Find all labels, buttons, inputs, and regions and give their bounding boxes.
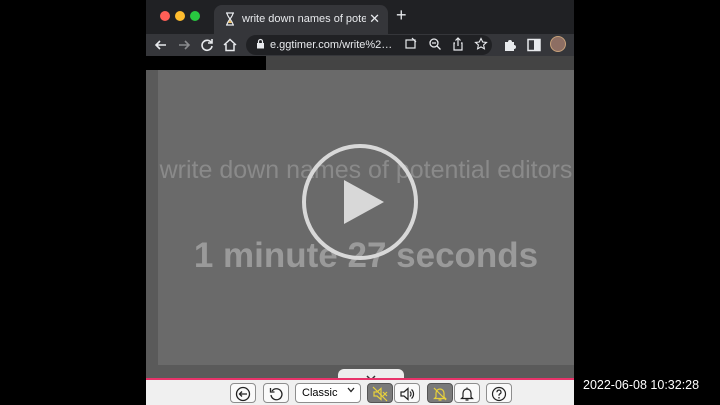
timer-panel: write down names of potential editors 1 …: [158, 70, 574, 365]
bell-muted-icon: [433, 387, 447, 401]
home-icon[interactable]: [221, 36, 239, 54]
mute-sound-button[interactable]: [367, 383, 393, 403]
share-icon[interactable]: [451, 37, 465, 51]
restart-icon: [269, 388, 283, 401]
speaker-icon: [400, 387, 415, 401]
browser-window: write down names of potential ✕ + e.ggti…: [146, 0, 574, 405]
bell-icon: [460, 387, 474, 401]
timer-controls-bar: Classic: [146, 378, 574, 405]
lock-icon: [257, 38, 264, 49]
extensions-puzzle-icon[interactable]: [501, 36, 519, 54]
share-to-device-icon[interactable]: [404, 37, 418, 51]
forward-arrow-icon[interactable]: [175, 36, 193, 54]
hourglass-icon: [226, 12, 234, 26]
alarm-on-button[interactable]: [454, 383, 480, 403]
maximize-window-button[interactable]: [190, 11, 200, 21]
bookmark-star-icon[interactable]: [474, 37, 488, 51]
close-window-button[interactable]: [160, 11, 170, 21]
page-content: write down names of potential editors 1 …: [146, 56, 574, 382]
minimize-window-button[interactable]: [175, 11, 185, 21]
browser-toolbar: e.ggtimer.com/write%2…: [146, 34, 574, 56]
close-tab-icon[interactable]: ✕: [369, 11, 380, 27]
new-tab-button[interactable]: +: [396, 5, 407, 26]
top-black-strip: [146, 56, 266, 70]
back-button[interactable]: [230, 383, 256, 403]
restart-button[interactable]: [263, 383, 289, 403]
circle-back-arrow-icon: [235, 386, 251, 402]
tab-bar: write down names of potential ✕ +: [146, 0, 574, 34]
timer-style-select[interactable]: Classic: [295, 383, 361, 403]
sound-on-button[interactable]: [394, 383, 420, 403]
tab-title: write down names of potential: [242, 13, 366, 25]
zoom-icon[interactable]: [428, 37, 442, 51]
recording-timestamp: 2022-06-08 10:32:28: [583, 378, 700, 392]
timer-style-value: Classic: [302, 387, 338, 399]
select-caret-icon: [347, 387, 355, 393]
help-button[interactable]: [486, 383, 512, 403]
top-dark-strip: [266, 56, 574, 70]
speaker-muted-icon: [372, 386, 388, 402]
mute-alarm-button[interactable]: [427, 383, 453, 403]
play-icon: [344, 180, 384, 224]
reload-icon[interactable]: [198, 36, 216, 54]
profile-avatar[interactable]: [550, 36, 566, 52]
url-text[interactable]: e.ggtimer.com/write%2…: [270, 39, 396, 51]
help-question-icon: [491, 386, 507, 402]
address-bar[interactable]: e.ggtimer.com/write%2…: [246, 35, 492, 55]
side-panel-icon[interactable]: [525, 36, 543, 54]
back-arrow-icon[interactable]: [152, 36, 170, 54]
active-tab[interactable]: write down names of potential ✕: [214, 5, 388, 34]
play-button[interactable]: [302, 144, 418, 260]
